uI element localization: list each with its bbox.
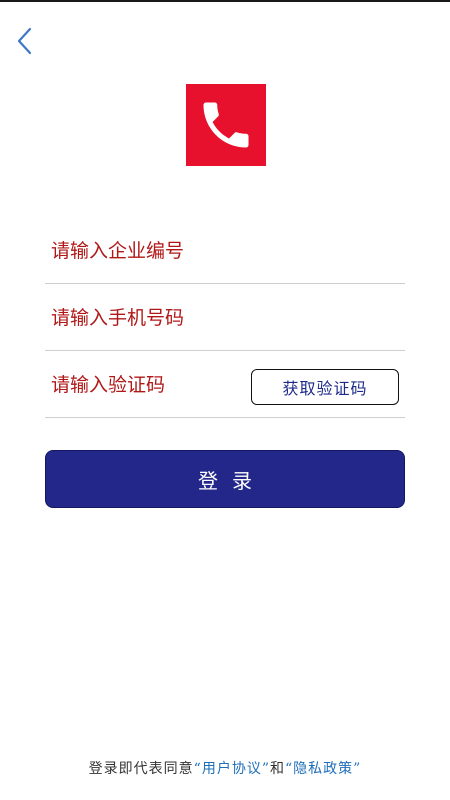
verification-code-input[interactable] [51, 352, 241, 417]
company-number-field [45, 218, 405, 284]
login-screen: 获取验证码 登录 登录即代表同意“用户协议”和“隐私政策” [0, 0, 450, 800]
agreement-text: 登录即代表同意“用户协议”和“隐私政策” [0, 758, 450, 778]
top-border [0, 0, 450, 2]
user-agreement-link[interactable]: “用户协议” [194, 761, 270, 777]
agreement-prefix: 登录即代表同意 [88, 761, 194, 777]
company-number-input[interactable] [51, 218, 241, 283]
chevron-left-icon [17, 27, 32, 55]
agreement-connector: 和 [270, 761, 285, 777]
phone-number-input[interactable] [51, 285, 241, 350]
back-button[interactable] [10, 26, 40, 56]
phone-number-field [45, 285, 405, 351]
get-code-button[interactable]: 获取验证码 [251, 369, 399, 405]
login-button[interactable]: 登录 [45, 450, 405, 508]
privacy-policy-link[interactable]: “隐私政策” [285, 761, 361, 777]
verification-code-field: 获取验证码 [45, 352, 405, 418]
phone-icon [203, 102, 249, 148]
app-logo [186, 84, 266, 166]
